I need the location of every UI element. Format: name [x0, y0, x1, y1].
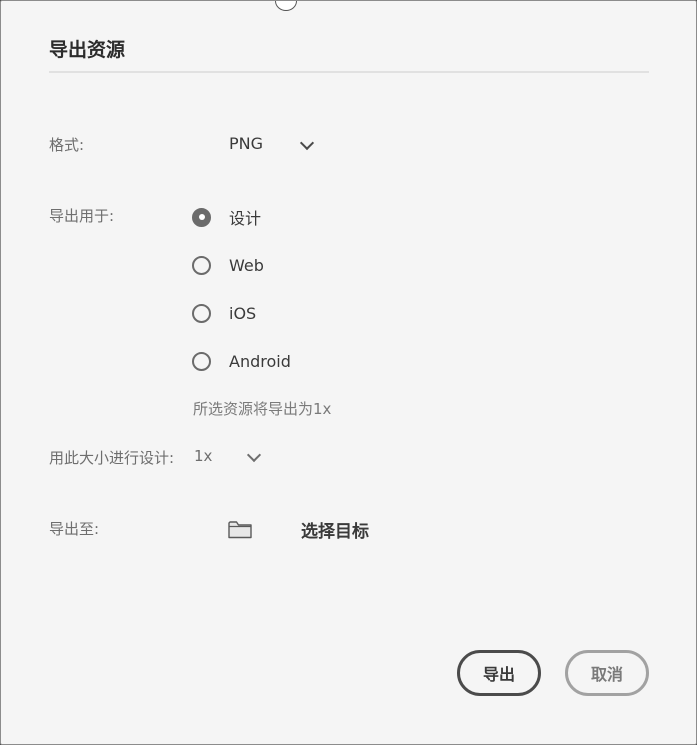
- cancel-button[interactable]: 取消: [565, 650, 649, 696]
- radio-label-android: Android: [229, 351, 291, 371]
- export-scale-hint: 所选资源将导出为1x: [193, 400, 332, 418]
- radio-option-ios[interactable]: iOS: [192, 300, 256, 326]
- radio-label-web: Web: [229, 255, 264, 275]
- design-size-dropdown[interactable]: 1x: [194, 444, 269, 470]
- export-to-label: 导出至:: [49, 520, 100, 538]
- format-label: 格式:: [49, 136, 85, 154]
- format-dropdown[interactable]: PNG: [229, 131, 319, 159]
- format-value: PNG: [229, 134, 264, 153]
- export-button[interactable]: 导出: [457, 650, 541, 696]
- folder-icon[interactable]: [228, 520, 252, 539]
- window-handle-icon: [275, 1, 297, 11]
- radio-button[interactable]: [192, 303, 211, 323]
- radio-button[interactable]: [192, 255, 211, 275]
- export-for-label: 导出用于:: [49, 207, 115, 225]
- radio-button-checked[interactable]: [192, 207, 211, 227]
- chevron-down-icon: [246, 447, 262, 463]
- select-target-link[interactable]: 选择目标: [301, 517, 369, 542]
- title-divider: [49, 71, 649, 73]
- radio-label-design: 设计: [229, 209, 262, 228]
- chevron-down-icon: [299, 135, 315, 151]
- radio-option-android[interactable]: Android: [192, 348, 291, 374]
- radio-option-web[interactable]: Web: [192, 252, 264, 278]
- radio-label-ios: iOS: [229, 303, 257, 323]
- export-assets-dialog: 导出资源 格式: PNG 导出用于: 设计 Web iOS Android 所选…: [0, 0, 697, 745]
- design-size-value: 1x: [194, 447, 213, 465]
- dialog-title: 导出资源: [49, 39, 126, 61]
- radio-option-design[interactable]: 设计: [192, 204, 261, 230]
- radio-button[interactable]: [192, 351, 211, 371]
- design-size-label: 用此大小进行设计:: [49, 449, 175, 467]
